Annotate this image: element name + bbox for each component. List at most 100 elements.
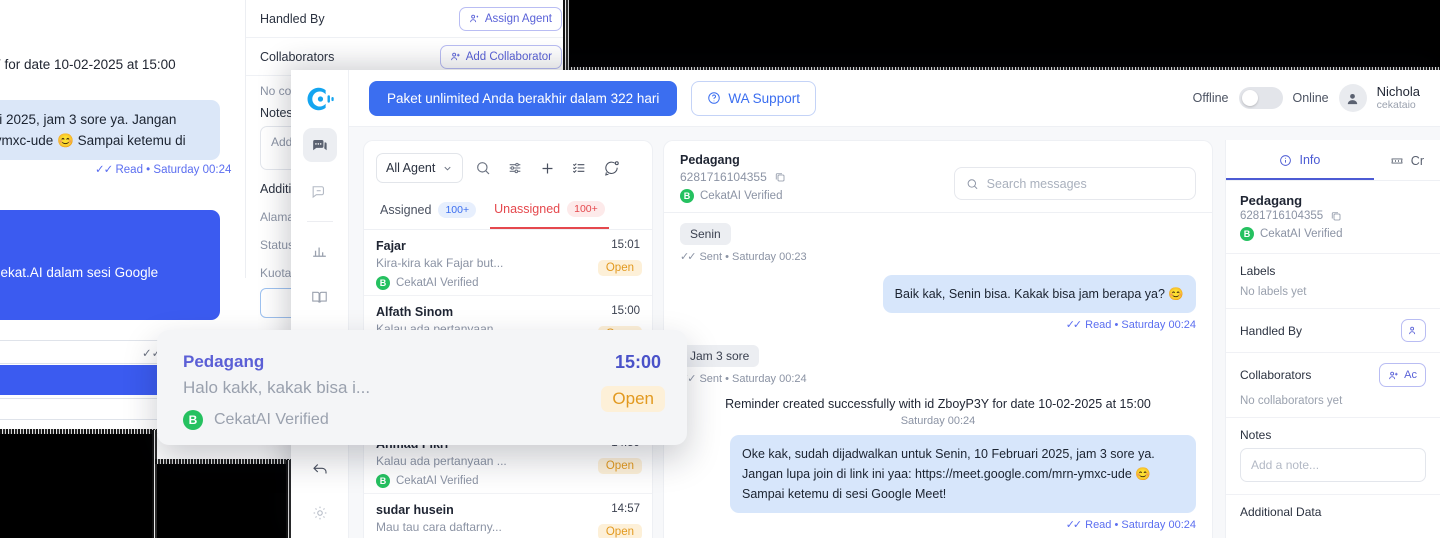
search-icon (967, 178, 978, 189)
user-email: cekataio (1376, 99, 1416, 111)
knowledge-base-icon[interactable] (303, 280, 337, 314)
black-region-bottom-edge-h (155, 459, 294, 464)
checklist-icon[interactable] (567, 156, 591, 180)
system-message: Reminder created successfully with id Zb… (725, 397, 1151, 411)
bg-bubble-incoming: Februari 2025, jam 3 sore ya. Jangan m/m… (0, 100, 220, 160)
conv-name: sudar husein (376, 503, 454, 517)
offline-label: Offline (1192, 91, 1229, 105)
labels-title: Labels (1240, 264, 1276, 278)
assign-agent-button[interactable] (1401, 319, 1426, 342)
tab-assigned[interactable]: Assigned 100+ (376, 194, 480, 228)
message-meta-read-2: ✓✓ Read • Saturday 00:24 (1065, 518, 1196, 532)
info-panel: Info Cr Pedagang 6281716104355 B CekatAI… (1225, 140, 1440, 538)
bg-add-collaborator-button[interactable]: Add Collaborator (439, 44, 562, 69)
back-arrow-icon[interactable] (303, 452, 337, 486)
toast-time: 15:00 (614, 352, 661, 372)
message-day-senin: Senin (680, 223, 1196, 245)
labels-empty: No labels yet (1226, 278, 1440, 309)
verified-badge-icon: B (376, 474, 390, 488)
user-name: Nichola (1376, 84, 1420, 99)
subscription-banner[interactable]: Paket unlimited Anda berakhir dalam 322 … (369, 80, 678, 116)
conv-time: 15:00 (611, 305, 640, 317)
toggle-knob (1241, 90, 1258, 106)
user-plus-icon (1389, 371, 1398, 379)
black-region-top-edge (563, 0, 569, 72)
user-avatar-icon (1347, 93, 1358, 104)
tab-unassigned[interactable]: Unassigned 100+ (490, 193, 609, 229)
cekat-logo-icon (307, 87, 334, 111)
online-status-toggle[interactable] (1238, 87, 1283, 109)
note-input[interactable]: Add a note... (1240, 448, 1426, 482)
bg-handled-by-row: Handled By Assign Agent (246, 0, 576, 38)
additional-data-title: Additional Data (1240, 505, 1322, 519)
handled-by-title: Handled By (1240, 323, 1303, 338)
conversation-tabs: Assigned 100+ Unassigned 100+ (364, 193, 652, 230)
info-contact-name: Pedagang (1240, 193, 1303, 208)
tab-create-ticket[interactable]: Cr (1374, 141, 1440, 179)
chat-header: Pedagang 6281716104355 B CekatAI Verifie… (664, 141, 1212, 213)
message-bubble: Baik kak, Senin bisa. Kakak bisa jam ber… (882, 275, 1196, 313)
message-meta-sent-1: ✓✓ Sent • Saturday 00:23 (680, 250, 807, 264)
info-icon (1280, 154, 1292, 166)
toast-contact-name: Pedagang (183, 352, 265, 371)
bg-read-receipt: ✓✓ Read • Saturday 00:24 (95, 164, 232, 176)
black-region-bottom-edge-v (152, 430, 157, 538)
cekat-logo[interactable] (303, 82, 337, 116)
bg-send-button[interactable]: at (0, 365, 170, 395)
conv-time: 14:57 (611, 503, 640, 515)
bg-assign-agent-button[interactable]: Assign Agent (458, 6, 562, 31)
wa-support-button[interactable]: WA Support (691, 80, 816, 116)
message-list: Senin ✓✓ Sent • Saturday 00:23 Baik kak, … (664, 213, 1212, 538)
tab-info[interactable]: Info (1226, 140, 1374, 180)
magnified-conversation-toast[interactable]: Pedagang Halo kakk, kakak bisa i... B Ce… (157, 330, 687, 445)
add-collaborator-button[interactable]: Ac (1379, 363, 1426, 387)
analytics-icon[interactable] (303, 234, 337, 268)
conv-name: Fajar (376, 239, 406, 253)
bg-field-kuota: Kuota (260, 266, 292, 280)
chat-dot-icon[interactable] (599, 156, 623, 180)
message-row-left-1: Oke kak, sudah dijadwalkan untuk Senin, … (680, 435, 1196, 513)
info-contact-number: 6281716104355 (1240, 210, 1426, 222)
broadcast-icon[interactable] (303, 174, 337, 208)
list-item[interactable]: Fajar Kira-kira kak Fajar but... B CekatA… (364, 230, 652, 296)
info-panel-tabs: Info Cr (1226, 140, 1440, 181)
message-bubble: Oke kak, sudah dijadwalkan untuk Senin, … (730, 435, 1196, 513)
user-identity[interactable]: Nichola cekataio (1377, 84, 1420, 112)
agent-filter-dropdown[interactable]: All Agent (376, 153, 464, 183)
status-badge: Open (597, 524, 642, 538)
black-region-bottom (155, 462, 291, 538)
settings-icon[interactable] (303, 496, 337, 530)
conv-verified: BCekatAI Verified (376, 474, 640, 488)
chats-icon[interactable] (302, 128, 337, 162)
avatar[interactable] (1338, 84, 1367, 112)
search-input[interactable] (986, 176, 1184, 191)
online-label: Online (1292, 91, 1329, 105)
verified-badge-icon: B (1240, 227, 1254, 241)
search-icon[interactable] (471, 156, 495, 180)
plus-icon[interactable] (535, 156, 559, 180)
user-icon (470, 14, 479, 23)
info-verified: B CekatAI Verified (1240, 227, 1426, 241)
toast-message-preview: Halo kakk, kakak bisa i... (183, 378, 371, 397)
info-contact-block: Pedagang 6281716104355 B CekatAI Verifie… (1226, 181, 1440, 254)
filter-icon[interactable] (503, 156, 527, 180)
app-window: Paket unlimited Anda berakhir dalam 322 … (291, 70, 1440, 538)
copy-icon (775, 173, 785, 182)
additional-data-title-wrap: Additional Data (1226, 494, 1440, 519)
user-plus-icon (450, 52, 460, 61)
copy-icon (1332, 212, 1341, 221)
bg-system-line: Y for date 10-02-2025 at 15:00 (0, 57, 176, 72)
ticket-icon (1391, 158, 1403, 164)
notes-title: Notes (1240, 428, 1272, 442)
message-meta-sent-2: ✓✓ Sent • Saturday 00:24 (680, 372, 807, 386)
left-nav-rail (291, 70, 349, 538)
chat-panel: Pedagang 6281716104355 B CekatAI Verifie… (663, 140, 1213, 538)
list-item[interactable]: sudar husein Mau tau cara daftarny... BC… (364, 494, 652, 538)
bg-notes-label: Notes (260, 106, 293, 120)
search-messages-field[interactable] (954, 167, 1196, 200)
message-day-jam3sore: Jam 3 sore (680, 345, 1196, 367)
assigned-count-badge: 100+ (438, 202, 477, 218)
notes-title-wrap: Notes (1226, 418, 1440, 442)
chat-contact-name: Pedagang (680, 153, 740, 167)
black-region-left-edge (0, 429, 158, 434)
